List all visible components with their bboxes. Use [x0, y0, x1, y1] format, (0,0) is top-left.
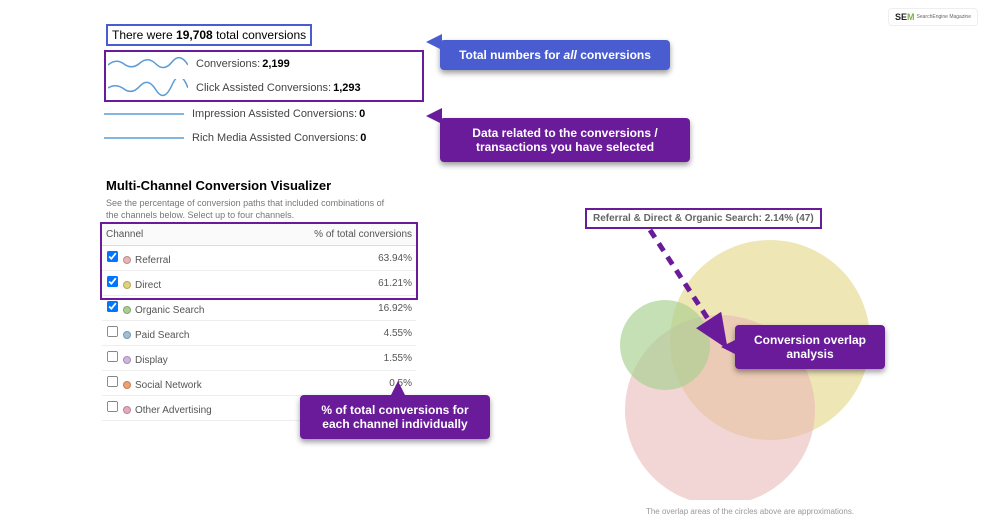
- channel-checkbox[interactable]: [107, 251, 118, 262]
- color-swatch-icon: [123, 306, 131, 314]
- sparkline-icon: [108, 55, 188, 73]
- channel-pct: 61.21%: [265, 271, 416, 296]
- channel-checkbox[interactable]: [107, 351, 118, 362]
- channel-name: Organic Search: [135, 305, 204, 316]
- channel-pct: 63.94%: [265, 246, 416, 271]
- channel-pct: 1.55%: [265, 346, 416, 371]
- metric-click-assisted: Click Assisted Conversions: 1,293: [108, 76, 420, 100]
- channel-pct: 4.55%: [265, 321, 416, 346]
- metric-impression-assisted: Impression Assisted Conversions: 0: [104, 102, 424, 126]
- metrics-block: Conversions: 2,199 Click Assisted Conver…: [104, 50, 424, 150]
- channel-name: Paid Search: [135, 330, 189, 341]
- callout-total-numbers: Total numbers for all conversions: [440, 40, 670, 70]
- sparkline-icon: [104, 105, 184, 123]
- metric-value: 1,293: [333, 82, 361, 94]
- callout-overlap-analysis: Conversion overlap analysis: [735, 325, 885, 369]
- metric-value: 0: [359, 108, 365, 120]
- venn-caption: The overlap areas of the circles above a…: [560, 507, 940, 516]
- section-title: Multi-Channel Conversion Visualizer: [106, 178, 331, 193]
- channel-checkbox[interactable]: [107, 401, 118, 412]
- sparkline-icon: [108, 79, 188, 97]
- channel-name: Display: [135, 355, 168, 366]
- metric-rich-media-assisted: Rich Media Assisted Conversions: 0: [104, 126, 424, 150]
- table-row[interactable]: Organic Search 16.92%: [102, 296, 416, 321]
- channel-name: Other Advertising: [135, 405, 212, 416]
- channel-checkbox[interactable]: [107, 326, 118, 337]
- color-swatch-icon: [123, 381, 131, 389]
- color-swatch-icon: [123, 356, 131, 364]
- color-swatch-icon: [123, 331, 131, 339]
- color-swatch-icon: [123, 281, 131, 289]
- channel-name: Referral: [135, 255, 171, 266]
- channel-checkbox[interactable]: [107, 376, 118, 387]
- total-conversions: There were 19,708 total conversions: [106, 24, 312, 46]
- section-desc: See the percentage of conversion paths t…: [106, 198, 396, 221]
- sparkline-icon: [104, 129, 184, 147]
- sem-logo: SEMSearchEngine Magazine: [888, 8, 978, 26]
- table-row[interactable]: Referral 63.94%: [102, 246, 416, 271]
- venn-overlap-label: Referral & Direct & Organic Search: 2.14…: [585, 208, 822, 229]
- table-row[interactable]: Display 1.55%: [102, 346, 416, 371]
- callout-pct-channel: % of total conversions for each channel …: [300, 395, 490, 439]
- channel-checkbox[interactable]: [107, 276, 118, 287]
- metric-value: 0: [360, 132, 366, 144]
- table-row[interactable]: Social Network0.5%: [102, 371, 416, 396]
- color-swatch-icon: [123, 406, 131, 414]
- col-channel: Channel: [102, 224, 265, 246]
- table-row[interactable]: Paid Search 4.55%: [102, 321, 416, 346]
- metric-value: 2,199: [262, 58, 290, 70]
- channel-name: Direct: [135, 280, 161, 291]
- col-pct: % of total conversions: [265, 224, 416, 246]
- callout-data-selected: Data related to the conversions / transa…: [440, 118, 690, 162]
- channel-name: Social Network: [135, 380, 202, 391]
- color-swatch-icon: [123, 256, 131, 264]
- channel-table: Channel % of total conversions Referral 6…: [102, 224, 416, 421]
- channel-pct: 16.92%: [265, 296, 416, 321]
- table-row[interactable]: Direct 61.21%: [102, 271, 416, 296]
- metric-conversions: Conversions: 2,199: [108, 52, 420, 76]
- channel-checkbox[interactable]: [107, 301, 118, 312]
